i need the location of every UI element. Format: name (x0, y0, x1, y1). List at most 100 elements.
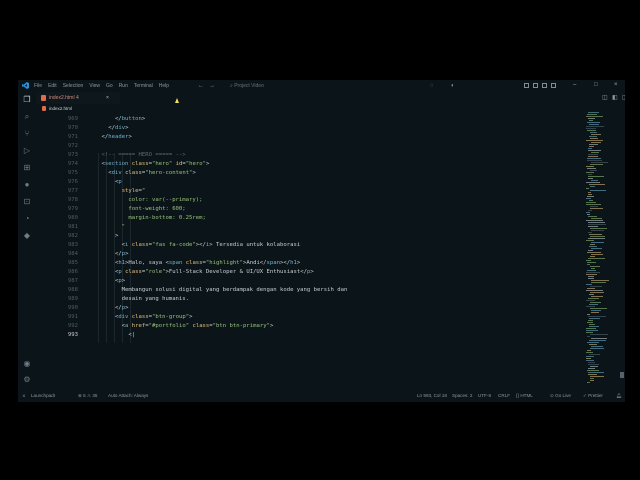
split-editor-icon[interactable]: ◫ (602, 95, 608, 101)
code-line[interactable]: <p class="role">Full-Stack Developer & U… (88, 268, 314, 277)
code-line[interactable]: </p> (88, 304, 129, 313)
testing-icon[interactable]: ◔ (23, 215, 31, 223)
code-line[interactable]: <| (88, 331, 135, 340)
code-line[interactable]: color: var(--primary); (88, 196, 202, 205)
explorer-icon[interactable]: ❐ (23, 96, 31, 104)
line-number[interactable]: 978 (36, 196, 78, 205)
line-number[interactable]: 970 (36, 124, 78, 133)
status-indentation[interactable]: Spaces: 2 (452, 393, 472, 399)
status-problems[interactable]: ⊗ 5 ⚠ 35 (78, 393, 97, 399)
breadcrumb-file[interactable]: index2.html (49, 106, 72, 111)
line-number[interactable]: 976 (36, 178, 78, 187)
code-line[interactable]: <section class="hero" id="hero"> (88, 160, 209, 169)
customize-layout-icon[interactable] (551, 83, 556, 88)
code-line[interactable]: style=" (88, 187, 146, 196)
line-number[interactable]: 980 (36, 214, 78, 223)
status-cursor-position[interactable]: Ln 993, Col 18 (417, 393, 447, 399)
line-number[interactable]: 971 (36, 133, 78, 142)
status-encoding[interactable]: UTF-8 (478, 393, 491, 399)
code-line[interactable]: </button> (88, 115, 145, 124)
code-line[interactable]: </p> (88, 250, 129, 259)
line-number[interactable]: 969 (36, 115, 78, 124)
code-line[interactable]: margin-bottom: 0.25rem; (88, 214, 205, 223)
menu-file[interactable]: File (34, 83, 42, 89)
toggle-layout-icon[interactable]: ◨ (622, 95, 625, 101)
line-number[interactable]: 993 (36, 331, 78, 340)
line-number[interactable]: 991 (36, 313, 78, 322)
status-language[interactable]: {} HTML (516, 393, 533, 399)
close-icon[interactable]: × (614, 82, 618, 89)
code-line[interactable]: <p (88, 178, 122, 187)
line-number[interactable]: 984 (36, 250, 78, 259)
line-number[interactable]: 975 (36, 169, 78, 178)
code-line[interactable]: </div> (88, 124, 128, 133)
line-number[interactable]: 989 (36, 295, 78, 304)
line-number[interactable]: 977 (36, 187, 78, 196)
line-number[interactable]: 992 (36, 322, 78, 331)
minimap-scroll-thumb[interactable] (620, 372, 624, 378)
settings-gear-icon[interactable]: ⚙ (23, 376, 31, 384)
status-go-live[interactable]: ⊙ Go Live (550, 393, 571, 399)
github-icon[interactable]: ● (23, 181, 31, 189)
code-line[interactable]: </header> (88, 133, 131, 142)
maximize-icon[interactable]: □ (594, 82, 598, 89)
code-line[interactable]: <i class="fas fa-code"></i> Tersedia unt… (88, 241, 301, 250)
menu-run[interactable]: Run (119, 83, 128, 89)
code-line[interactable]: <p> (88, 277, 125, 286)
code-line[interactable]: <!-- ===== HERO ===== --> (88, 151, 185, 160)
minimize-icon[interactable]: – (573, 82, 576, 89)
code-line[interactable]: <div class="hero-content"> (88, 169, 196, 178)
source-control-icon[interactable]: ⑂ (23, 130, 31, 138)
menu-terminal[interactable]: Terminal (134, 83, 153, 89)
extensions-icon[interactable]: ⊞ (23, 164, 31, 172)
run-debug-icon[interactable]: ▷ (23, 147, 31, 155)
line-number[interactable]: 981 (36, 223, 78, 232)
toggle-primary-sidebar-icon[interactable] (524, 83, 529, 88)
line-number[interactable]: 973 (36, 151, 78, 160)
code-line[interactable]: <h1>Halo, saya <span class="highlight">A… (88, 259, 300, 268)
tab-index2-html[interactable]: index2.html 4 × (36, 92, 120, 104)
docker-icon[interactable]: ◆ (23, 232, 31, 240)
copilot-icon[interactable]: ◌ (430, 83, 434, 89)
line-number[interactable]: 974 (36, 160, 78, 169)
line-number[interactable]: 990 (36, 304, 78, 313)
code-editor[interactable]: 969 </button> 970 </div> 971 </header> 972 9… (36, 113, 581, 390)
minimap[interactable] (584, 104, 625, 390)
remote-indicator-icon[interactable]: ⨯ (22, 393, 26, 399)
command-center-search[interactable]: ⌕ Project Video (227, 82, 427, 90)
menu-go[interactable]: Go (106, 83, 113, 89)
toggle-panel-icon[interactable] (533, 83, 538, 88)
menu-selection[interactable]: Selection (63, 83, 84, 89)
line-number[interactable]: 985 (36, 259, 78, 268)
line-number[interactable]: 983 (36, 241, 78, 250)
line-number[interactable]: 987 (36, 277, 78, 286)
search-icon[interactable]: ⌕ (23, 113, 31, 121)
tab-close-icon[interactable]: × (106, 95, 109, 101)
status-eol[interactable]: CRLF (498, 393, 510, 399)
code-line[interactable]: Membangun solusi digital yang berdampak … (88, 286, 348, 295)
back-arrow-icon[interactable]: ← (198, 83, 204, 89)
line-number[interactable]: 988 (36, 286, 78, 295)
line-number[interactable]: 979 (36, 205, 78, 214)
code-line[interactable]: <div class="btn-group"> (88, 313, 193, 322)
status-auto-attach[interactable]: Auto Attach: Always (108, 393, 148, 399)
accounts-icon[interactable]: ◉ (23, 360, 31, 368)
open-preview-icon[interactable]: ◧ (612, 95, 618, 101)
vscode-logo-icon[interactable] (22, 82, 29, 89)
line-number[interactable]: 972 (36, 142, 78, 151)
account-icon[interactable]: ◐ (451, 83, 455, 89)
notifications-bell-icon[interactable]: 🔔︎ (616, 393, 622, 399)
status-remote[interactable]: LaunchpadI (31, 393, 55, 399)
line-number[interactable]: 982 (36, 232, 78, 241)
line-number[interactable]: 986 (36, 268, 78, 277)
code-line[interactable]: > (88, 232, 118, 241)
remote-explorer-icon[interactable]: ⊡ (23, 198, 31, 206)
toggle-secondary-sidebar-icon[interactable] (542, 83, 547, 88)
code-line[interactable]: " (88, 223, 125, 232)
code-line[interactable]: <a href="#portfolio" class="btn btn-prim… (88, 322, 274, 331)
forward-arrow-icon[interactable]: → (209, 83, 215, 89)
menu-view[interactable]: View (89, 83, 100, 89)
status-prettier[interactable]: ✓ Prettier (583, 393, 603, 399)
code-line[interactable]: desain yang humanis. (88, 295, 189, 304)
menu-edit[interactable]: Edit (48, 83, 57, 89)
